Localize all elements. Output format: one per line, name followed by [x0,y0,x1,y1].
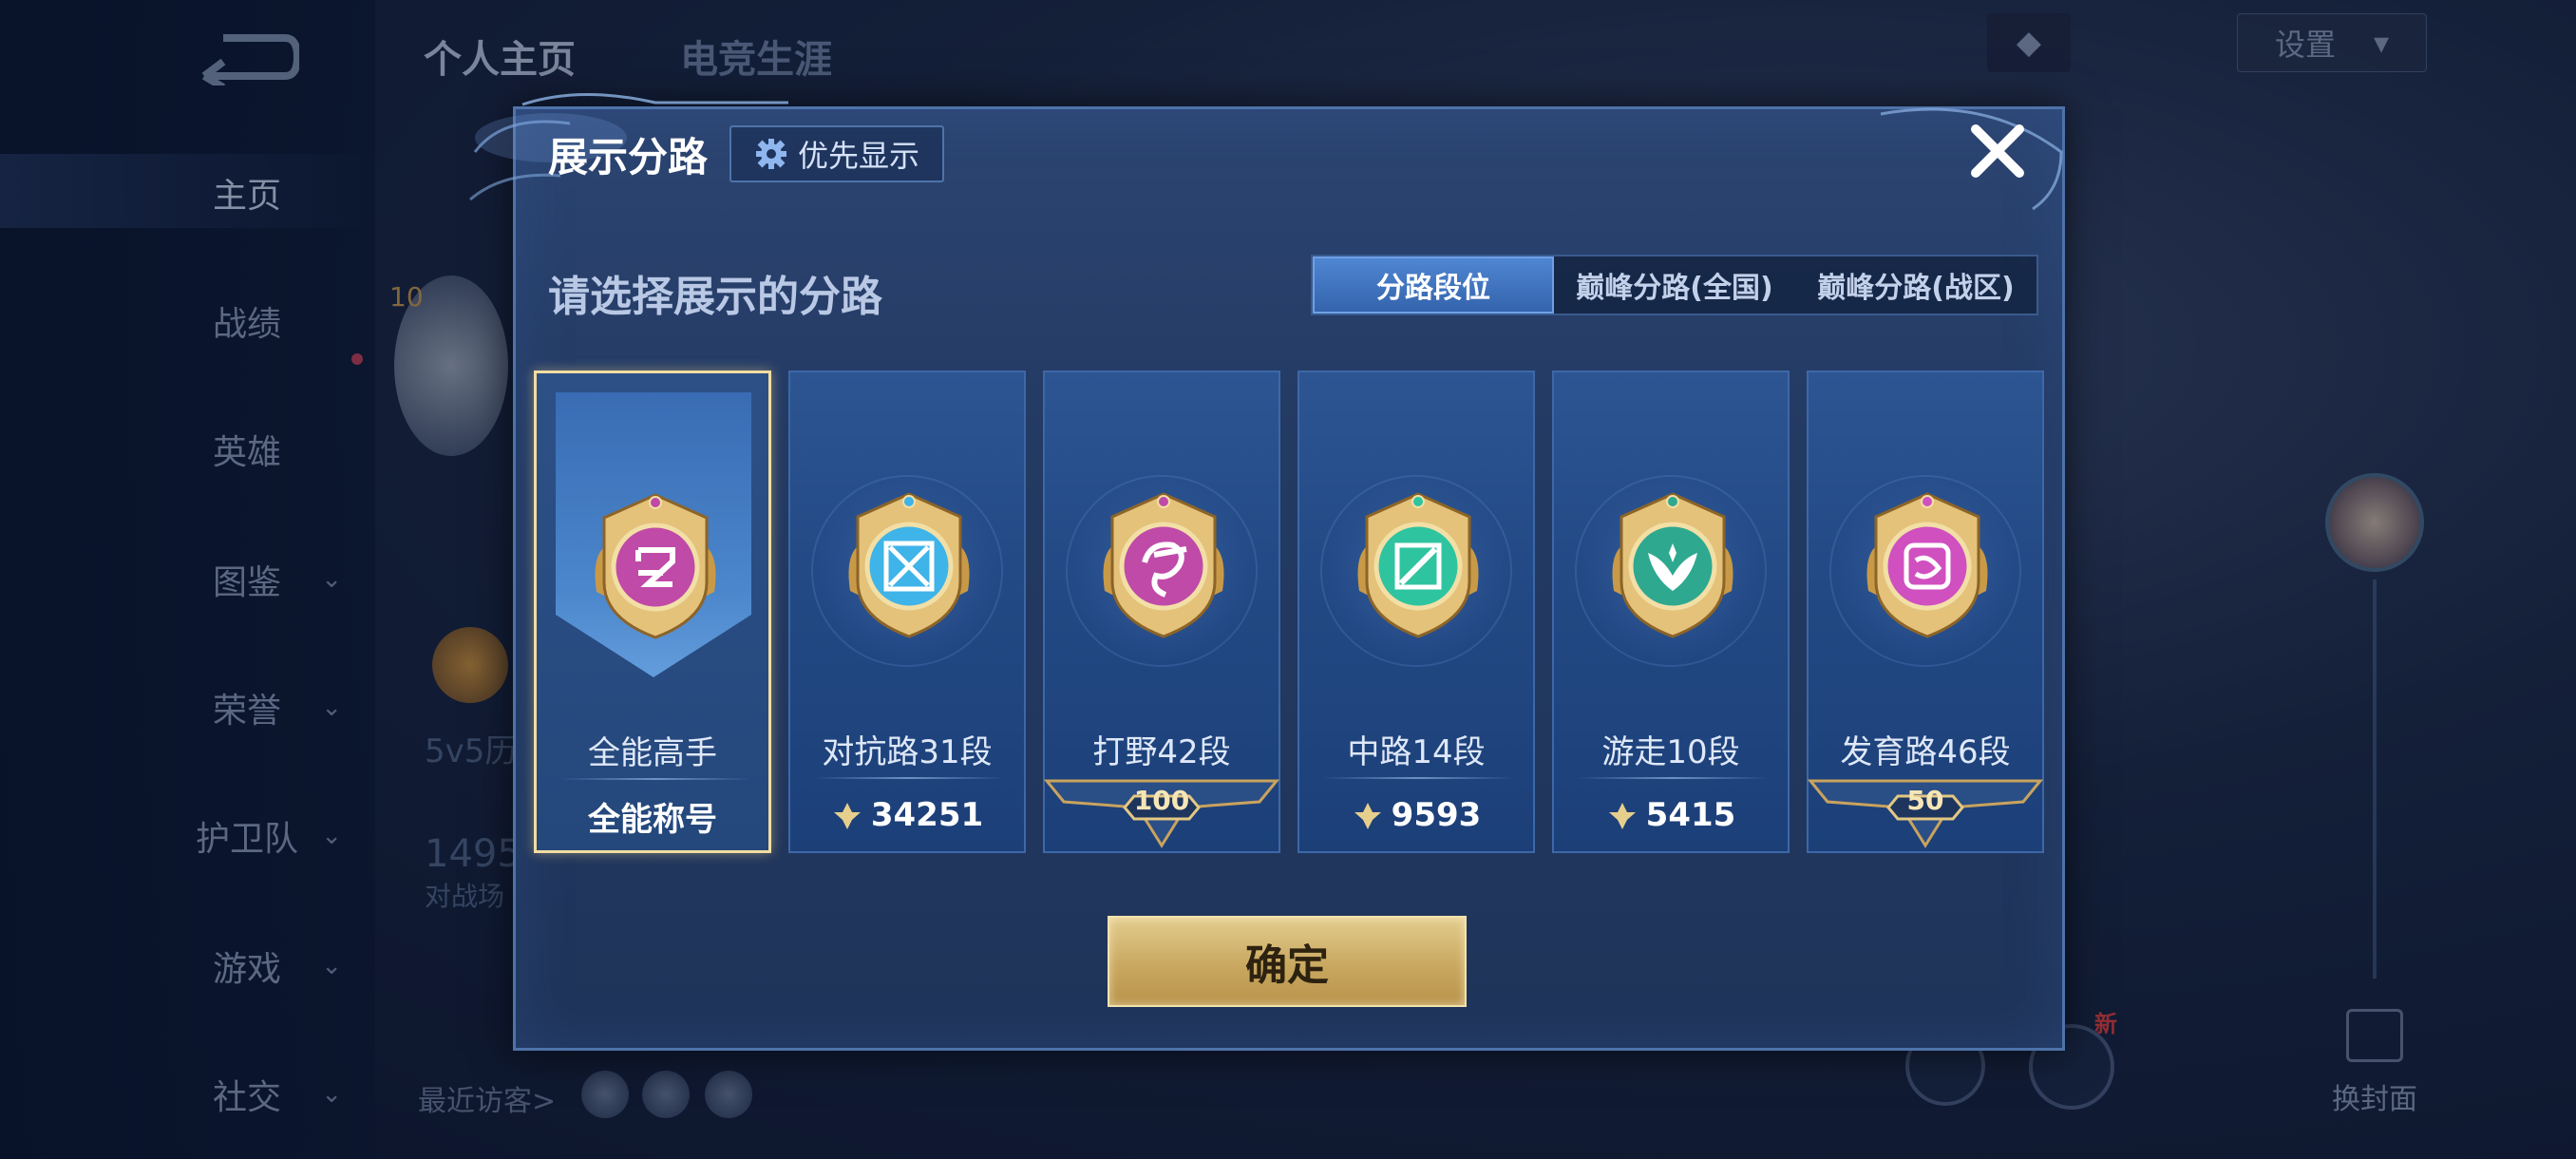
divider [1322,777,1514,779]
lane-points: 5415 [1554,790,1788,840]
role-name: 发育路46段 [1840,733,2011,771]
close-button[interactable] [1966,120,2029,182]
role-name: 对抗路31段 [822,733,993,771]
peak-rank-number: 50 [1906,784,1944,816]
lane-card-roam[interactable]: 游走10段 5415 [1552,370,1790,853]
close-icon [1971,124,2024,178]
divider [1577,777,1769,779]
role-name: 中路14段 [1347,733,1486,771]
priority-display-button[interactable]: 优先显示 [729,125,944,182]
lane-points: 34251 [790,790,1024,840]
role-name: 游走10段 [1601,733,1740,771]
mid-lane-emblem-icon [1357,492,1479,638]
role-name: 全能高手 [588,734,717,772]
tab-peak-region[interactable]: 巅峰分路(战区) [1795,256,2036,314]
lane-card-mid[interactable]: 中路14段 9593 [1297,370,1535,853]
modal-title: 展示分路 [548,134,709,180]
roam-emblem-icon [1612,492,1733,638]
all-round-emblem-icon [595,493,716,639]
divider [559,778,751,780]
farm-lane-emblem-icon [1866,492,1988,638]
points-icon [833,803,861,829]
lane-card-jungle[interactable]: 打野42段 100 [1043,370,1280,853]
lane-card-clash[interactable]: 对抗路31段 34251 [788,370,1026,853]
lane-type-tabs: 分路段位 巅峰分路(全国) 巅峰分路(战区) [1311,255,2038,315]
tab-lane-rank[interactable]: 分路段位 [1313,256,1554,314]
lane-card-farm[interactable]: 发育路46段 50 [1807,370,2044,853]
role-name: 打野42段 [1092,733,1231,771]
lane-points: 9593 [1299,790,1533,840]
confirm-button[interactable]: 确定 [1108,916,1467,1007]
tab-peak-national[interactable]: 巅峰分路(全国) [1554,256,1795,314]
points-icon [1354,803,1381,829]
all-round-title: 全能称号 [588,800,717,839]
clash-lane-emblem-icon [848,492,970,638]
points-icon [1608,803,1636,829]
divider [813,777,1005,779]
jungle-emblem-icon [1103,492,1224,638]
gear-icon [755,139,786,169]
peak-rank-number: 100 [1133,784,1190,816]
modal-subtitle: 请选择展示的分路 [548,273,882,321]
priority-display-label: 优先显示 [797,138,919,174]
lane-card-all-round[interactable]: 全能高手 全能称号 [534,370,771,853]
